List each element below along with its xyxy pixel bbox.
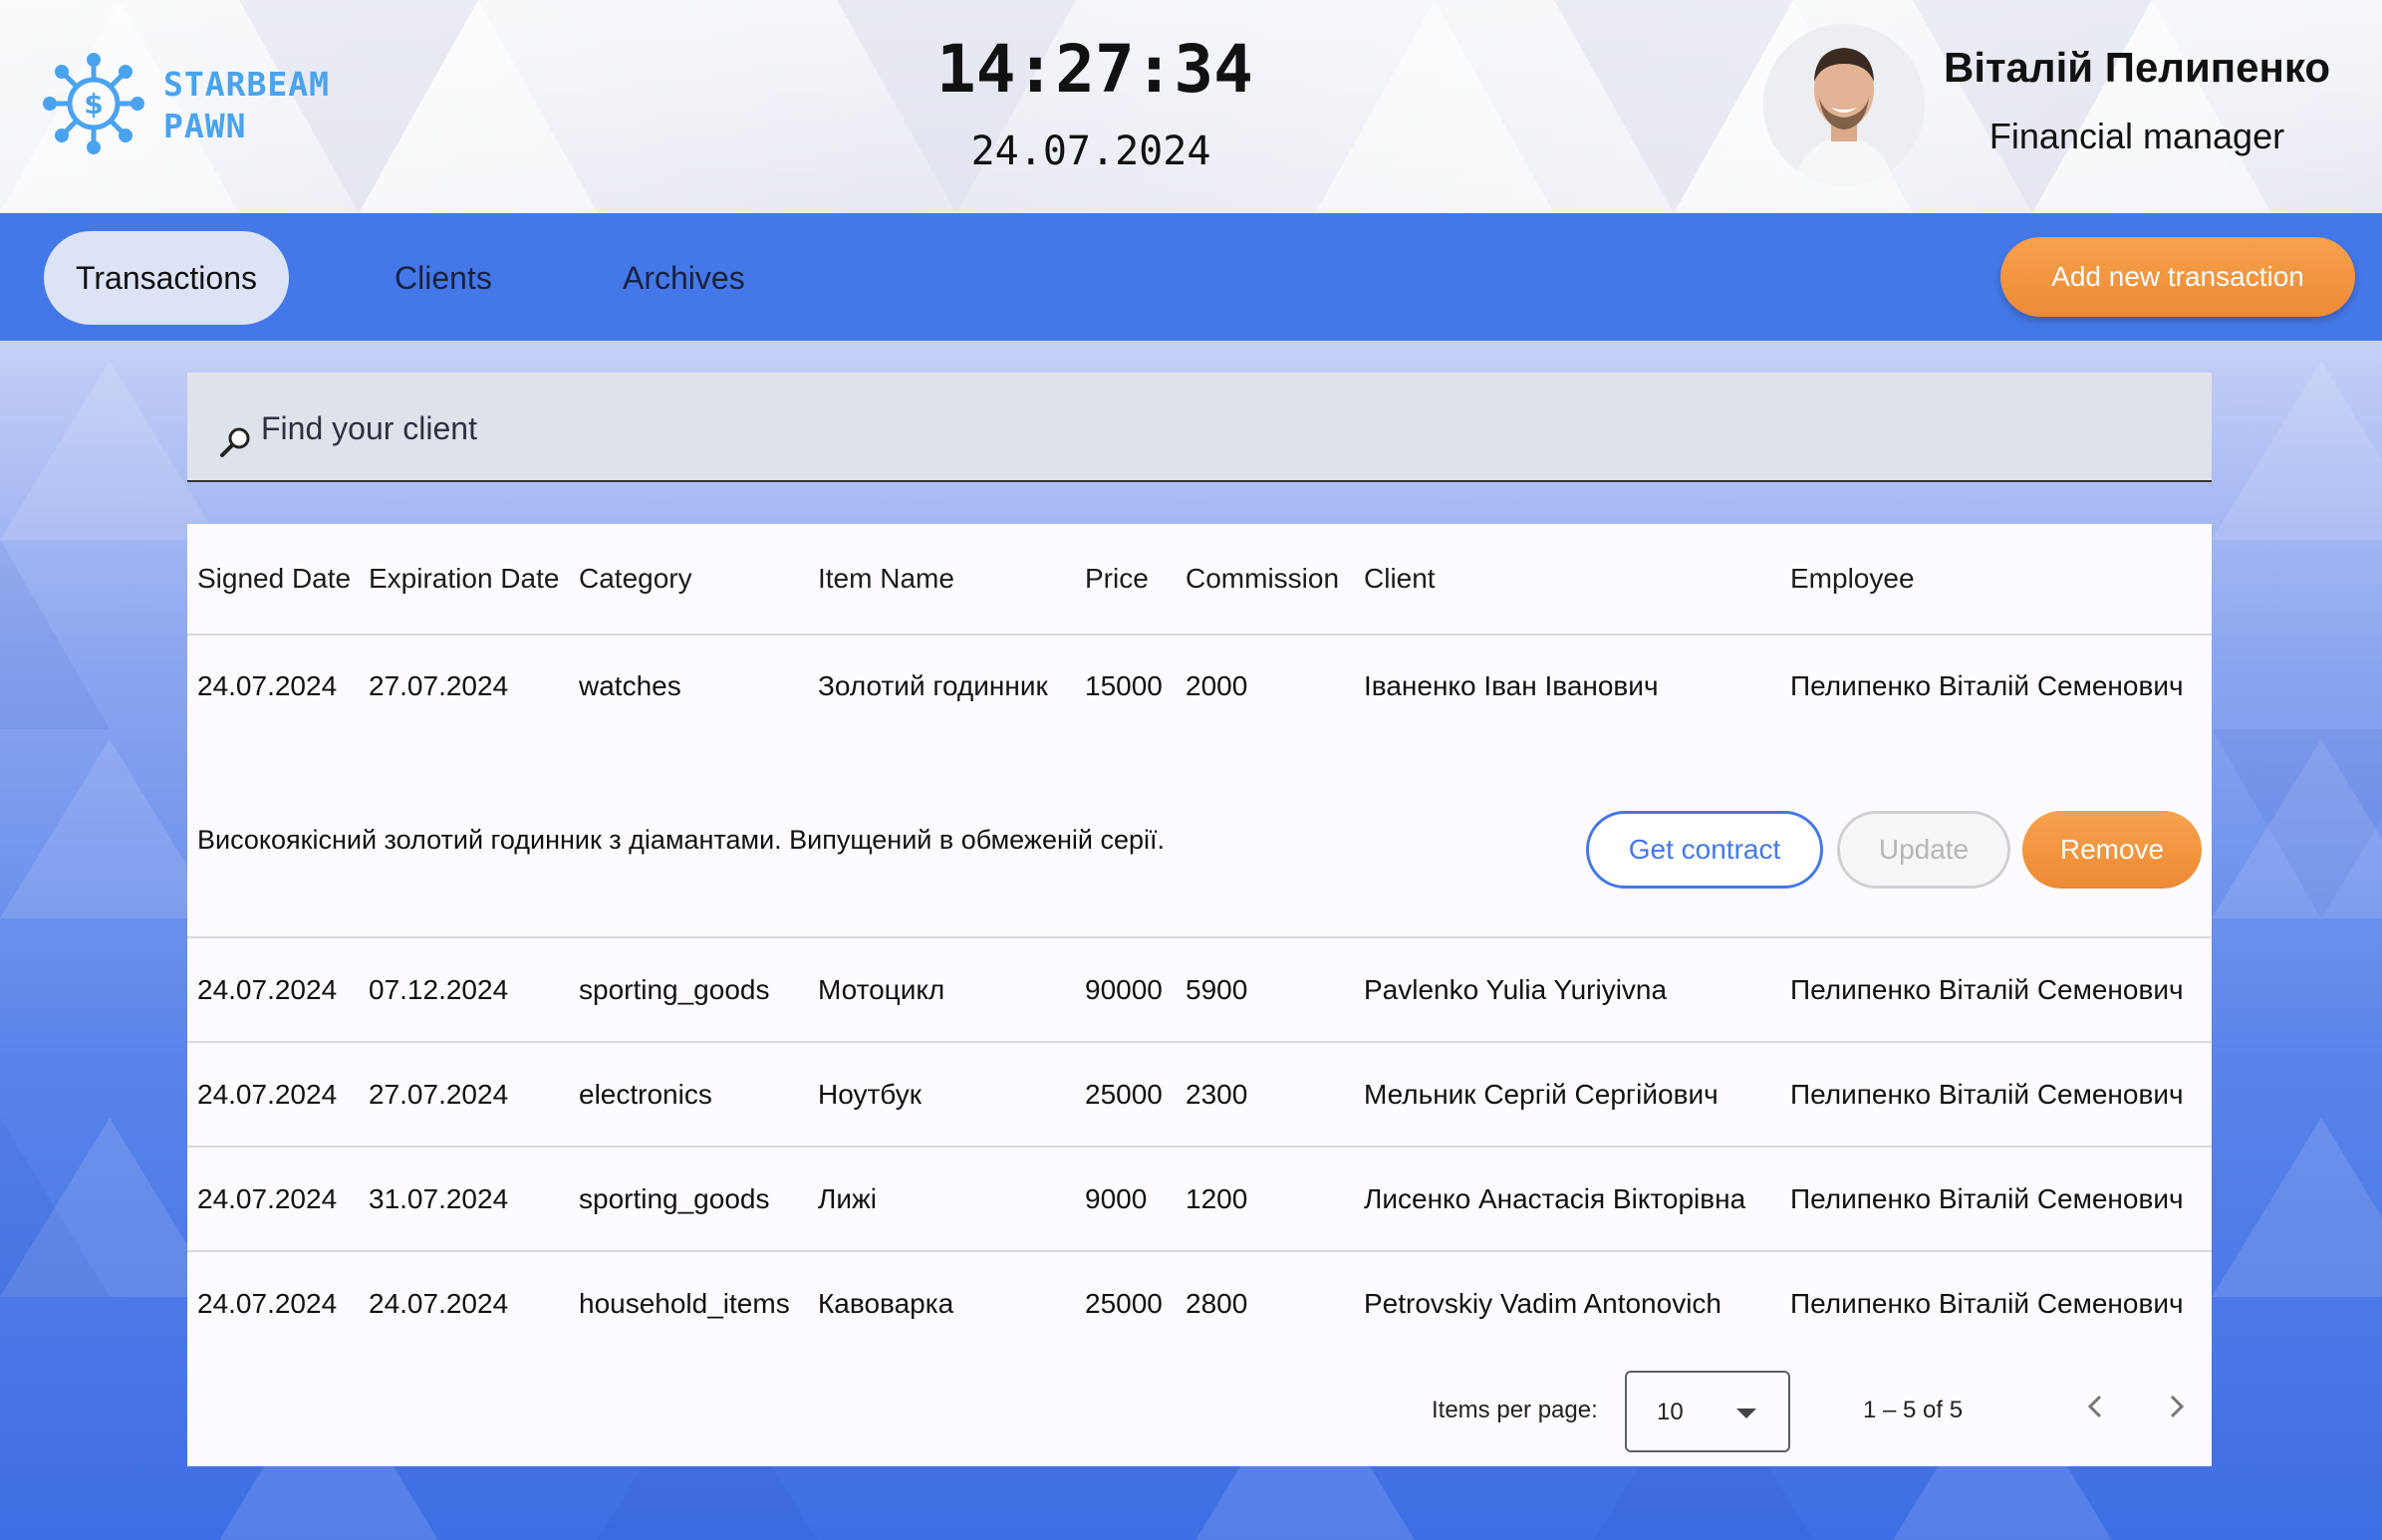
tab-archives[interactable]: Archives: [623, 231, 745, 325]
cell-employee: Пелипенко Віталій Семенович: [1790, 1183, 2184, 1214]
cell-price: 25000: [1085, 1288, 1163, 1319]
cell-item-name: Ноутбук: [818, 1079, 922, 1110]
brand-name: STARBEAM PAWN: [163, 64, 330, 147]
table-row[interactable]: 24.07.2024 27.07.2024 watches Золотий го…: [187, 634, 2212, 739]
cell-signed-date: 24.07.2024: [197, 1079, 338, 1110]
cell-commission: 2800: [1186, 1288, 1248, 1319]
update-button[interactable]: Update: [1837, 811, 2010, 889]
svg-text:$: $: [84, 88, 103, 121]
cell-client: Іваненко Іван Іванович: [1364, 670, 1659, 701]
cell-client: Petrovskiy Vadim Antonovich: [1364, 1288, 1721, 1319]
table-row[interactable]: 24.07.2024 27.07.2024 electronics Ноутбу…: [187, 1043, 2212, 1148]
get-contract-button[interactable]: Get contract: [1586, 811, 1823, 889]
user-role: Financial manager: [1988, 116, 2285, 156]
transactions-table: Signed Date Expiration Date Category Ite…: [187, 524, 2212, 1466]
cell-expiration-date: 31.07.2024: [369, 1183, 509, 1214]
tab-transactions[interactable]: Transactions: [44, 231, 289, 325]
cell-category: sporting_goods: [579, 1183, 770, 1214]
chevron-right-icon: [2170, 1395, 2185, 1418]
search-icon: [220, 427, 250, 457]
cell-expiration-date: 24.07.2024: [369, 1288, 509, 1319]
cell-employee: Пелипенко Віталій Семенович: [1790, 1288, 2184, 1319]
cell-employee: Пелипенко Віталій Семенович: [1790, 1079, 2184, 1110]
user-name: Віталій Пелипенко: [1943, 44, 2331, 91]
cell-expiration-date: 07.12.2024: [369, 974, 509, 1005]
cell-expiration-date: 27.07.2024: [369, 1079, 509, 1110]
brand-line-2: PAWN: [163, 107, 247, 145]
avatar: [1763, 24, 1925, 185]
logo-icon: $: [43, 53, 144, 154]
cell-item-name: Золотий годинник: [818, 670, 1048, 701]
brand-line-1: STARBEAM: [163, 65, 330, 104]
cell-signed-date: 24.07.2024: [197, 1288, 338, 1319]
header-category[interactable]: Category: [579, 562, 692, 596]
table-header-row: Signed Date Expiration Date Category Ite…: [187, 524, 2212, 636]
header-commission[interactable]: Commission: [1186, 562, 1339, 596]
header-expiration-date[interactable]: Expiration Date: [369, 562, 559, 596]
cell-client: Мельник Сергій Сергійович: [1364, 1079, 1719, 1110]
cell-category: household_items: [579, 1288, 790, 1319]
avatar-image: [1763, 24, 1925, 185]
cell-price: 15000: [1085, 670, 1163, 701]
header-employee[interactable]: Employee: [1790, 562, 1915, 596]
chevron-left-icon: [2087, 1395, 2102, 1418]
previous-page-button[interactable]: [2076, 1387, 2116, 1426]
items-per-page-label: Items per page:: [1432, 1397, 1598, 1423]
clock-date: 24.07.2024: [970, 128, 1211, 174]
cell-price: 9000: [1085, 1183, 1148, 1214]
expanded-detail: Високоякісний золотий годинник з діамант…: [187, 739, 2212, 938]
cell-employee: Пелипенко Віталій Семенович: [1790, 974, 2184, 1005]
remove-button[interactable]: Remove: [2022, 811, 2202, 889]
cell-signed-date: 24.07.2024: [197, 1183, 338, 1214]
table-row[interactable]: 24.07.2024 24.07.2024 household_items Ка…: [187, 1252, 2212, 1355]
cell-expiration-date: 27.07.2024: [369, 670, 509, 701]
app-header: $ STARBEAM PAWN 14:27:34 24.07.2024 Віта…: [0, 0, 2382, 213]
add-transaction-button[interactable]: Add new transaction: [2000, 237, 2355, 317]
cell-commission: 2300: [1186, 1079, 1248, 1110]
cell-signed-date: 24.07.2024: [197, 670, 338, 701]
next-page-button[interactable]: [2156, 1387, 2196, 1426]
header-signed-date[interactable]: Signed Date: [197, 562, 351, 596]
items-per-page-value: 10: [1657, 1399, 1684, 1425]
item-description: Високоякісний золотий годинник з діамант…: [197, 825, 1165, 855]
cell-employee: Пелипенко Віталій Семенович: [1790, 670, 2184, 701]
cell-category: watches: [579, 670, 681, 701]
clock-time: 14:27:34: [936, 31, 1253, 108]
search-input[interactable]: [259, 402, 2156, 454]
cell-item-name: Кавоварка: [818, 1288, 954, 1319]
cell-category: sporting_goods: [579, 974, 770, 1005]
table-row[interactable]: 24.07.2024 07.12.2024 sporting_goods Мот…: [187, 938, 2212, 1043]
cell-client: Лисенко Анастасія Вікторівна: [1364, 1183, 1746, 1214]
nav-bar: Transactions Clients Archives Add new tr…: [0, 213, 2382, 341]
table-row[interactable]: 24.07.2024 31.07.2024 sporting_goods Лиж…: [187, 1148, 2212, 1252]
cell-price: 90000: [1085, 974, 1163, 1005]
cell-category: electronics: [579, 1079, 712, 1110]
header-item-name[interactable]: Item Name: [818, 562, 954, 596]
chevron-down-icon: [1736, 1409, 1756, 1418]
cell-item-name: Мотоцикл: [818, 974, 945, 1005]
cell-price: 25000: [1085, 1079, 1163, 1110]
cell-signed-date: 24.07.2024: [197, 974, 338, 1005]
cell-commission: 2000: [1186, 670, 1248, 701]
header-price[interactable]: Price: [1085, 562, 1149, 596]
cell-item-name: Лижі: [818, 1183, 877, 1214]
items-per-page-select[interactable]: 10: [1625, 1371, 1790, 1452]
page-range: 1 – 5 of 5: [1863, 1397, 1964, 1423]
header-client[interactable]: Client: [1364, 562, 1436, 596]
cell-commission: 5900: [1186, 974, 1248, 1005]
client-search: [187, 373, 2212, 482]
tab-clients[interactable]: Clients: [395, 231, 492, 325]
cell-client: Pavlenko Yulia Yuriyivna: [1364, 974, 1668, 1005]
cell-commission: 1200: [1186, 1183, 1248, 1214]
